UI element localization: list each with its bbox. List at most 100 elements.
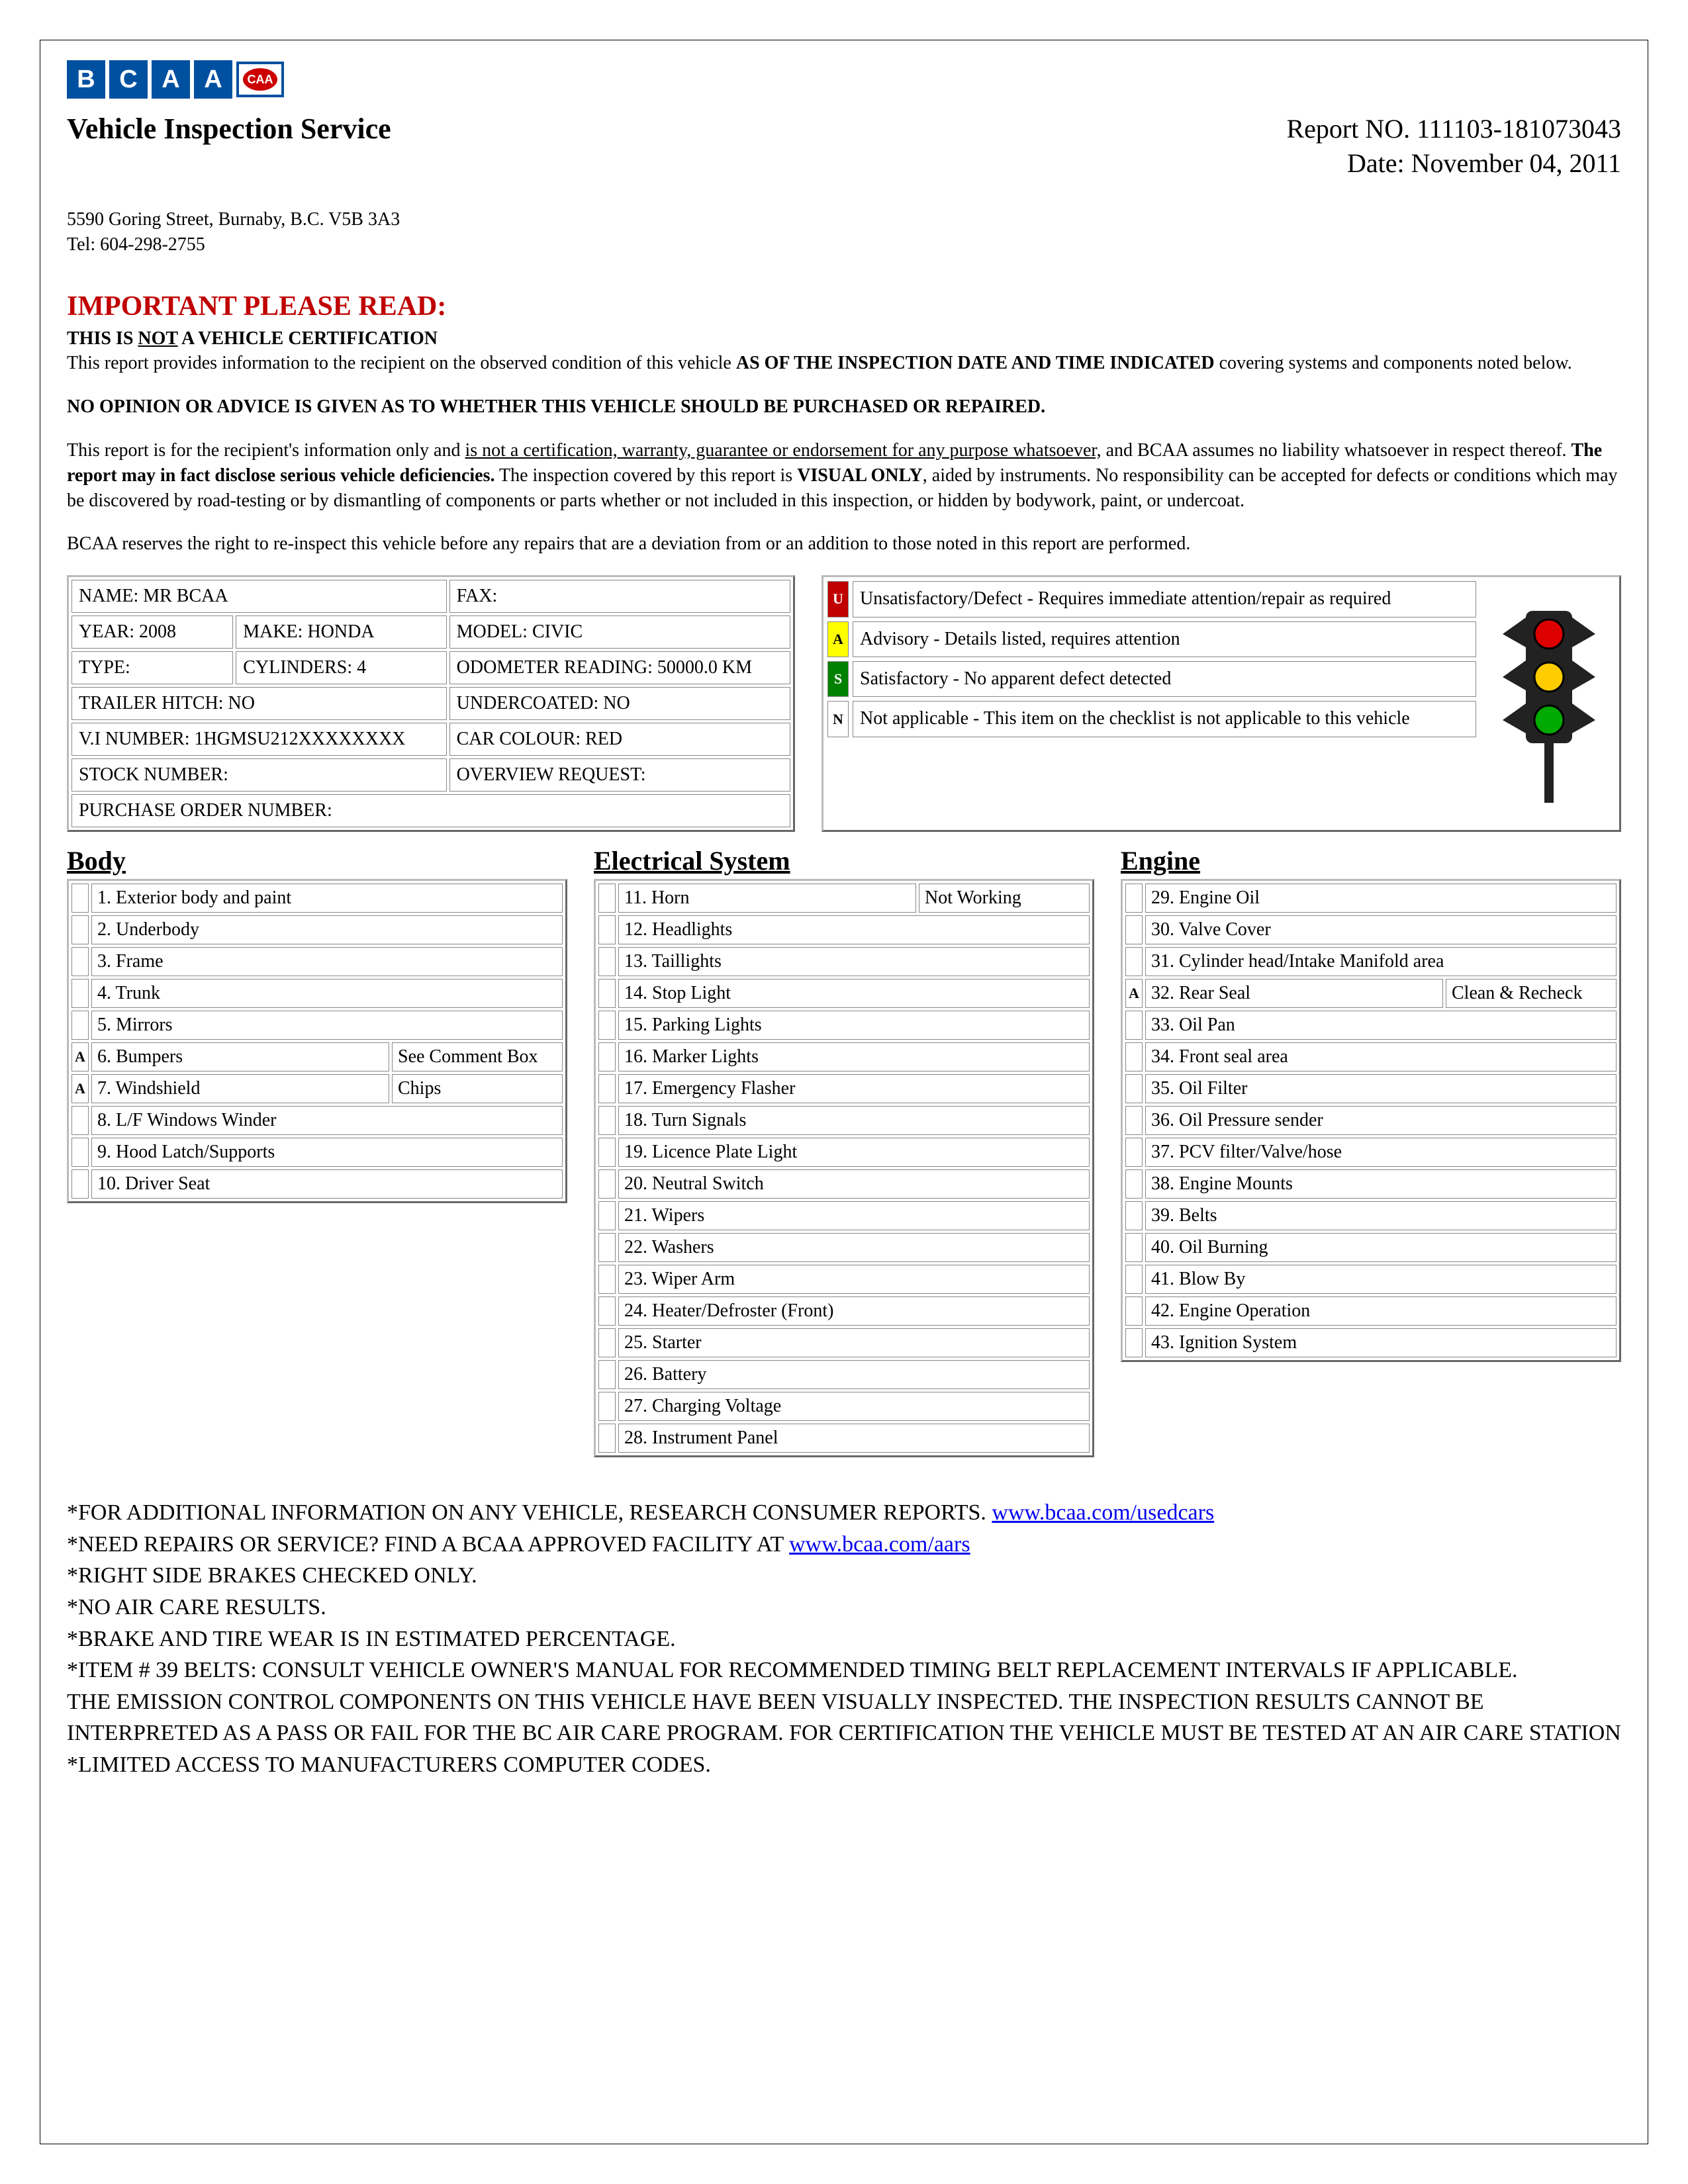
check-label: 4. Trunk bbox=[91, 979, 563, 1008]
logo-c: C bbox=[109, 60, 148, 99]
logo-b: B bbox=[67, 60, 105, 99]
check-code: S bbox=[598, 1265, 616, 1294]
check-row: S21. Wipers bbox=[598, 1201, 1090, 1230]
check-label: 41. Blow By bbox=[1145, 1265, 1617, 1294]
check-code: U bbox=[598, 884, 616, 913]
check-label: 34. Front seal area bbox=[1145, 1042, 1617, 1071]
note-2: *NEED REPAIRS OR SERVICE? FIND A BCAA AP… bbox=[67, 1529, 1621, 1561]
check-row: S40. Oil Burning bbox=[1125, 1233, 1617, 1262]
electrical-table: U11. HornNot WorkingS12. HeadlightsS13. … bbox=[594, 879, 1094, 1457]
check-label: 31. Cylinder head/Intake Manifold area bbox=[1145, 947, 1617, 976]
check-label: 29. Engine Oil bbox=[1145, 884, 1617, 913]
logo-caa-frame: CAA bbox=[236, 62, 284, 97]
check-row: S33. Oil Pan bbox=[1125, 1011, 1617, 1040]
check-code: S bbox=[1125, 1042, 1143, 1071]
check-label: 35. Oil Filter bbox=[1145, 1074, 1617, 1103]
link-usedcars[interactable]: www.bcaa.com/usedcars bbox=[992, 1500, 1214, 1525]
check-row: S28. Instrument Panel bbox=[598, 1424, 1090, 1453]
check-row: S22. Washers bbox=[598, 1233, 1090, 1262]
info-overview: OVERVIEW REQUEST: bbox=[449, 758, 790, 792]
info-hitch: TRAILER HITCH: NO bbox=[71, 687, 447, 720]
caa-icon: CAA bbox=[243, 68, 277, 91]
check-label: 32. Rear Seal bbox=[1145, 979, 1443, 1008]
check-row: S17. Emergency Flasher bbox=[598, 1074, 1090, 1103]
check-note: Not Working bbox=[919, 884, 1090, 913]
check-code: S bbox=[598, 1360, 616, 1389]
check-label: 30. Valve Cover bbox=[1145, 915, 1617, 944]
check-row: A32. Rear SealClean & Recheck bbox=[1125, 979, 1617, 1008]
legend-n-text: Not applicable - This item on the checkl… bbox=[853, 701, 1476, 737]
legend-n-code: N bbox=[827, 701, 849, 737]
logo: B C A A CAA bbox=[67, 60, 1621, 99]
disc-line4: This report is for the recipient's infor… bbox=[67, 438, 1621, 513]
info-odometer: ODOMETER READING: 50000.0 KM bbox=[449, 651, 790, 684]
check-row: S13. Taillights bbox=[598, 947, 1090, 976]
check-label: 6. Bumpers bbox=[91, 1042, 389, 1071]
check-label: 27. Charging Voltage bbox=[618, 1392, 1090, 1421]
check-code: S bbox=[598, 915, 616, 944]
legend-a-text: Advisory - Details listed, requires atte… bbox=[853, 621, 1476, 657]
check-row: S26. Battery bbox=[598, 1360, 1090, 1389]
page-title: Vehicle Inspection Service bbox=[67, 112, 391, 146]
info-year: YEAR: 2008 bbox=[71, 615, 233, 649]
info-colour: CAR COLOUR: RED bbox=[449, 723, 790, 756]
legend-s: S Satisfactory - No apparent defect dete… bbox=[827, 661, 1476, 697]
note-3: *RIGHT SIDE BRAKES CHECKED ONLY. bbox=[67, 1560, 1621, 1592]
check-row: S5. Mirrors bbox=[71, 1011, 563, 1040]
section-body: Body S1. Exterior body and paintS2. Unde… bbox=[67, 845, 567, 1457]
check-code: S bbox=[71, 1169, 89, 1199]
check-code: S bbox=[1125, 1265, 1143, 1294]
note-4: *NO AIR CARE RESULTS. bbox=[67, 1592, 1621, 1623]
check-label: 23. Wiper Arm bbox=[618, 1265, 1090, 1294]
check-row: S23. Wiper Arm bbox=[598, 1265, 1090, 1294]
note-6: *ITEM # 39 BELTS: CONSULT VEHICLE OWNER'… bbox=[67, 1655, 1621, 1686]
check-row: S39. Belts bbox=[1125, 1201, 1617, 1230]
info-name: NAME: MR BCAA bbox=[71, 580, 447, 613]
check-code: S bbox=[1125, 915, 1143, 944]
check-code: S bbox=[71, 1011, 89, 1040]
check-row: S24. Heater/Defroster (Front) bbox=[598, 1297, 1090, 1326]
check-row: S27. Charging Voltage bbox=[598, 1392, 1090, 1421]
check-code: S bbox=[71, 947, 89, 976]
legend-s-text: Satisfactory - No apparent defect detect… bbox=[853, 661, 1476, 697]
report-number: Report NO. 111103-181073043 bbox=[1286, 112, 1621, 146]
info-type: TYPE: bbox=[71, 651, 233, 684]
section-electrical-title: Electrical System bbox=[594, 845, 1094, 876]
section-engine-title: Engine bbox=[1121, 845, 1621, 876]
check-label: 5. Mirrors bbox=[91, 1011, 563, 1040]
disclaimer: THIS IS NOT A VEHICLE CERTIFICATION This… bbox=[67, 326, 1621, 557]
check-code: S bbox=[598, 1233, 616, 1262]
body-table: S1. Exterior body and paintS2. Underbody… bbox=[67, 879, 567, 1203]
check-row: S20. Neutral Switch bbox=[598, 1169, 1090, 1199]
check-label: 3. Frame bbox=[91, 947, 563, 976]
check-row: U11. HornNot Working bbox=[598, 884, 1090, 913]
important-heading: IMPORTANT PLEASE READ: bbox=[67, 291, 1621, 322]
legend-a-code: A bbox=[827, 621, 849, 657]
address-block: 5590 Goring Street, Burnaby, B.C. V5B 3A… bbox=[67, 207, 1621, 257]
check-code: S bbox=[598, 1138, 616, 1167]
note-8: *LIMITED ACCESS TO MANUFACTURERS COMPUTE… bbox=[67, 1749, 1621, 1781]
check-code: A bbox=[71, 1074, 89, 1103]
report-meta: Report NO. 111103-181073043 Date: Novemb… bbox=[1286, 112, 1621, 181]
link-aars[interactable]: www.bcaa.com/aars bbox=[789, 1532, 970, 1557]
check-label: 8. L/F Windows Winder bbox=[91, 1106, 563, 1135]
legend-s-code: S bbox=[827, 661, 849, 697]
check-row: S30. Valve Cover bbox=[1125, 915, 1617, 944]
check-label: 20. Neutral Switch bbox=[618, 1169, 1090, 1199]
check-label: 19. Licence Plate Light bbox=[618, 1138, 1090, 1167]
check-code: S bbox=[598, 979, 616, 1008]
check-code: S bbox=[598, 1201, 616, 1230]
info-fax: FAX: bbox=[449, 580, 790, 613]
check-code: S bbox=[598, 1424, 616, 1453]
check-code: A bbox=[71, 1042, 89, 1071]
info-cylinders: CYLINDERS: 4 bbox=[236, 651, 446, 684]
check-row: S37. PCV filter/Valve/hose bbox=[1125, 1138, 1617, 1167]
check-code: S bbox=[598, 1106, 616, 1135]
logo-a2: A bbox=[194, 60, 232, 99]
check-row: S25. Starter bbox=[598, 1328, 1090, 1357]
check-label: 10. Driver Seat bbox=[91, 1169, 563, 1199]
check-row: S1. Exterior body and paint bbox=[71, 884, 563, 913]
check-label: 37. PCV filter/Valve/hose bbox=[1145, 1138, 1617, 1167]
check-label: 25. Starter bbox=[618, 1328, 1090, 1357]
check-label: 28. Instrument Panel bbox=[618, 1424, 1090, 1453]
